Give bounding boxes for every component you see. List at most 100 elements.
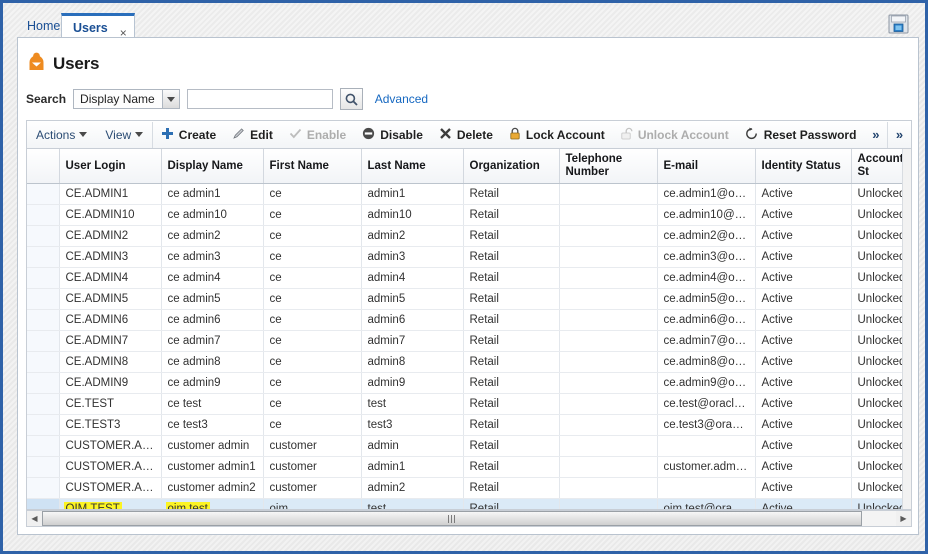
cell-first-name: ce (263, 288, 362, 310)
column-header-telephone-number[interactable]: Telephone Number (559, 149, 658, 184)
column-header-last-name[interactable]: Last Name (361, 149, 464, 184)
table-row[interactable]: CE.ADMIN1 ce admin1 ce admin1 Retail ce.admin… (27, 183, 911, 205)
cell-user-login[interactable]: CE.ADMIN9 (59, 372, 162, 394)
table-row[interactable]: CE.ADMIN9 ce admin9 ce admin9 Retail ce.admin… (27, 372, 911, 394)
column-header-display-name[interactable]: Display Name (161, 149, 264, 184)
row-select-cell[interactable] (27, 393, 60, 415)
row-select-cell[interactable] (27, 498, 60, 509)
cell-last-name: admin10 (361, 204, 464, 226)
create-button[interactable]: Create (153, 121, 224, 148)
cell-first-name: oim (263, 498, 362, 509)
row-select-cell[interactable] (27, 267, 60, 289)
application-frame: Home Users × Users Search Display Name A… (0, 0, 928, 554)
cell-first-name: ce (263, 204, 362, 226)
cell-first-name: ce (263, 372, 362, 394)
table-row[interactable]: CE.ADMIN5 ce admin5 ce admin5 Retail ce.admin… (27, 288, 911, 310)
table-row[interactable]: CE.ADMIN3 ce admin3 ce admin3 Retail ce.admin… (27, 246, 911, 268)
toolbar-overflow-button-2[interactable]: » (888, 121, 911, 148)
chevron-down-icon[interactable] (161, 90, 179, 108)
table-row[interactable]: CE.ADMIN6 ce admin6 ce admin6 Retail ce.admin… (27, 309, 911, 331)
row-select-cell[interactable] (27, 246, 60, 268)
cell-user-login[interactable]: CE.TEST3 (59, 414, 162, 436)
hscroll-thumb[interactable] (42, 511, 862, 526)
table-row[interactable]: CUSTOMER.AD… customer admin2 customer admin… (27, 477, 911, 499)
row-select-cell[interactable] (27, 225, 60, 247)
cell-first-name: ce (263, 246, 362, 268)
column-header-organization[interactable]: Organization (463, 149, 560, 184)
column-header-identity-status[interactable]: Identity Status (755, 149, 852, 184)
cell-user-login[interactable]: CUSTOMER.AD… (59, 456, 162, 478)
cell-identity-status: Active (755, 393, 852, 415)
table-row[interactable]: CUSTOMER.AD… customer admin1 customer admin… (27, 456, 911, 478)
save-disk-icon[interactable] (888, 14, 909, 34)
cell-user-login[interactable]: CE.ADMIN8 (59, 351, 162, 373)
search-input[interactable] (186, 89, 333, 109)
cell-user-login[interactable]: CE.ADMIN5 (59, 288, 162, 310)
row-select-cell[interactable] (27, 330, 60, 352)
disable-button[interactable]: Disable (354, 121, 431, 148)
cell-display-name: ce admin5 (161, 288, 264, 310)
cell-user-login[interactable]: CE.ADMIN1 (59, 183, 162, 205)
cell-user-login[interactable]: CE.ADMIN3 (59, 246, 162, 268)
row-select-cell[interactable] (27, 183, 60, 205)
row-select-cell[interactable] (27, 372, 60, 394)
table-row[interactable]: CE.TEST ce test ce test Retail ce.test@oracle… (27, 393, 911, 415)
table-horizontal-scrollbar[interactable]: ◀ ▶ (26, 510, 912, 527)
cell-user-login[interactable]: CE.ADMIN6 (59, 309, 162, 331)
cell-email: ce.test@oracle.… (657, 393, 756, 415)
cell-user-login[interactable]: CE.TEST (59, 393, 162, 415)
search-field-select[interactable]: Display Name (73, 89, 180, 109)
hscroll-track[interactable] (42, 511, 896, 526)
page-header: Users (28, 51, 99, 77)
row-select-cell[interactable] (27, 351, 60, 373)
search-icon[interactable] (339, 88, 363, 110)
edit-button-label: Edit (250, 127, 273, 142)
lock-account-button[interactable]: Lock Account (501, 121, 613, 148)
cell-user-login[interactable]: CE.ADMIN2 (59, 225, 162, 247)
cell-display-name: ce admin1 (161, 183, 264, 205)
row-select-cell[interactable] (27, 204, 60, 226)
tab-users[interactable]: Users × (61, 13, 135, 40)
cell-display-name: ce admin7 (161, 330, 264, 352)
scroll-left-arrow-icon[interactable]: ◀ (27, 511, 42, 526)
column-header-user-login[interactable]: User Login (59, 149, 162, 184)
cell-identity-status: Active (755, 183, 852, 205)
table-row[interactable]: CUSTOMER.AD… customer admin customer admin R… (27, 435, 911, 457)
reset-password-button-label: Reset Password (763, 127, 857, 142)
row-select-cell[interactable] (27, 414, 60, 436)
row-select-cell[interactable] (27, 435, 60, 457)
cell-user-login[interactable]: OIM.TEST (59, 498, 162, 509)
highlight-mark: oim test (165, 502, 210, 509)
advanced-search-link[interactable]: Advanced (375, 92, 428, 106)
row-select-cell[interactable] (27, 477, 60, 499)
row-select-cell[interactable] (27, 288, 60, 310)
edit-button[interactable]: Edit (224, 121, 281, 148)
table-row[interactable]: CE.ADMIN4 ce admin4 ce admin4 Retail ce.admin… (27, 267, 911, 289)
cell-last-name: admin5 (361, 288, 464, 310)
cell-email: oim.test@oracl… (657, 498, 756, 509)
table-row[interactable]: CE.TEST3 ce test3 ce test3 Retail ce.test3@or… (27, 414, 911, 436)
table-row[interactable]: CE.ADMIN8 ce admin8 ce admin8 Retail ce.admin… (27, 351, 911, 373)
cell-user-login[interactable]: CUSTOMER.AD… (59, 477, 162, 499)
table-row[interactable]: CE.ADMIN7 ce admin7 ce admin7 Retail ce.admin… (27, 330, 911, 352)
delete-button[interactable]: Delete (431, 121, 501, 148)
table-row[interactable]: OIM.TEST oim test oim test Retail oim.test@or… (27, 498, 911, 509)
column-header-email[interactable]: E-mail (657, 149, 756, 184)
cell-user-login[interactable]: CE.ADMIN4 (59, 267, 162, 289)
row-select-cell[interactable] (27, 309, 60, 331)
view-menu[interactable]: View (96, 121, 152, 148)
reset-password-button[interactable]: Reset Password (737, 121, 865, 148)
toolbar-overflow-button-1[interactable]: » (864, 121, 887, 148)
cell-user-login[interactable]: CE.ADMIN7 (59, 330, 162, 352)
scroll-right-arrow-icon[interactable]: ▶ (896, 511, 911, 526)
cell-user-login[interactable]: CUSTOMER.AD… (59, 435, 162, 457)
cell-email: ce.admin6@ora… (657, 309, 756, 331)
row-select-cell[interactable] (27, 456, 60, 478)
cell-user-login[interactable]: CE.ADMIN10 (59, 204, 162, 226)
view-menu-label: View (105, 127, 132, 142)
table-row[interactable]: CE.ADMIN10 ce admin10 ce admin10 Retail ce.ad… (27, 204, 911, 226)
column-header-first-name[interactable]: First Name (263, 149, 362, 184)
table-vertical-scrollbar[interactable] (902, 149, 911, 509)
actions-menu[interactable]: Actions (27, 121, 96, 148)
table-row[interactable]: CE.ADMIN2 ce admin2 ce admin2 Retail ce.admin… (27, 225, 911, 247)
